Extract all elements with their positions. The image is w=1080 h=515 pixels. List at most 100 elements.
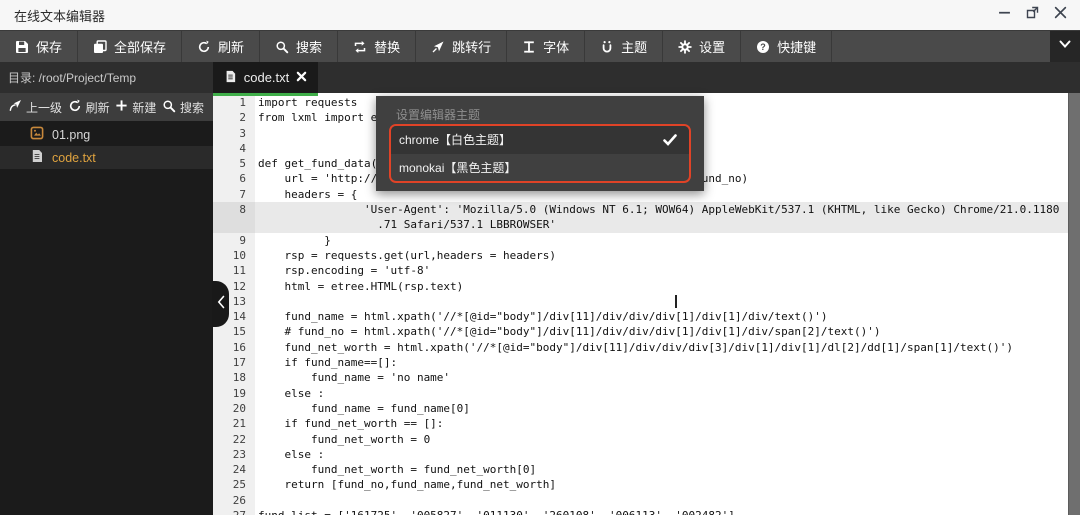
save-all-button[interactable]: 全部保存 <box>78 31 182 62</box>
code-text: fund_name = 'no name' <box>255 370 450 385</box>
save-button[interactable]: 保存 <box>0 31 78 62</box>
minimize-button[interactable] <box>996 7 1012 23</box>
code-text <box>255 126 258 141</box>
tree-search-button[interactable]: 搜索 <box>162 99 204 116</box>
code-text: else : <box>255 447 324 462</box>
editor-row[interactable]: 20 fund_name = fund_name[0] <box>213 401 1080 416</box>
code-text: fund_name = html.xpath('//*[@id="body"]/… <box>255 309 828 324</box>
line-number: 22 <box>213 432 255 447</box>
main-toolbar: 保存 全部保存 刷新 搜索 替换 跳转行 字体 主题 设置 ? 快捷键 <box>0 30 1080 62</box>
editor-row[interactable]: 11 rsp.encoding = 'utf-8' <box>213 263 1080 278</box>
line-number: 4 <box>213 141 255 156</box>
title-bar: 在线文本编辑器 <box>0 0 1080 30</box>
code-text: .71 Safari/537.1 LBBROWSER' <box>255 217 556 232</box>
line-number: 20 <box>213 401 255 416</box>
theme-popup-title: 设置编辑器主题 <box>376 96 704 123</box>
toolbar-collapse-button[interactable] <box>1050 31 1080 62</box>
editor-row[interactable]: 19 else : <box>213 386 1080 401</box>
settings-button[interactable]: 设置 <box>663 31 741 62</box>
refresh-button[interactable]: 刷新 <box>182 31 260 62</box>
editor-row[interactable]: 18 fund_name = 'no name' <box>213 370 1080 385</box>
line-number: 23 <box>213 447 255 462</box>
editor-row[interactable]: 9 } <box>213 233 1080 248</box>
code-text: if fund_name==[]: <box>255 355 397 370</box>
close-button[interactable] <box>1052 7 1068 23</box>
line-number: 26 <box>213 493 255 508</box>
editor-row[interactable]: 26 <box>213 493 1080 508</box>
line-number: 10 <box>213 248 255 263</box>
font-icon <box>522 40 536 54</box>
editor-row[interactable]: 22 fund_net_worth = 0 <box>213 432 1080 447</box>
theme-popup: 设置编辑器主题 chrome【白色主题】 monokai【黑色主题】 <box>376 96 704 191</box>
tab-code-txt[interactable]: code.txt <box>213 62 318 93</box>
restore-button[interactable] <box>1024 7 1040 23</box>
window-controls <box>996 7 1068 23</box>
line-number: 25 <box>213 477 255 492</box>
tree-refresh-button[interactable]: 刷新 <box>68 99 110 116</box>
minimize-icon <box>998 6 1011 24</box>
editor-row[interactable]: 8 'User-Agent': 'Mozilla/5.0 (Windows NT… <box>213 202 1080 217</box>
svg-text:?: ? <box>760 42 766 52</box>
toolbar-buttons: 保存 全部保存 刷新 搜索 替换 跳转行 字体 主题 设置 ? 快捷键 <box>0 31 832 62</box>
replace-button[interactable]: 替换 <box>338 31 416 62</box>
search-icon <box>275 40 289 54</box>
window-title: 在线文本编辑器 <box>14 6 105 25</box>
sidebar-collapse-handle[interactable] <box>212 281 229 327</box>
editor-row[interactable]: 27 fund_list = ['161725', '005827', '011… <box>213 508 1080 515</box>
up-level-icon <box>9 99 22 115</box>
chevron-left-icon <box>217 295 225 314</box>
document-icon <box>224 70 237 86</box>
editor-row[interactable]: 25 return [fund_no,fund_name,fund_net_wo… <box>213 477 1080 492</box>
line-number: 21 <box>213 416 255 431</box>
line-number: 17 <box>213 355 255 370</box>
save-icon <box>15 40 29 54</box>
code-text: fund_list = ['161725', '005827', '011130… <box>255 508 735 515</box>
editor-scrollbar[interactable] <box>1068 93 1080 515</box>
line-number: 18 <box>213 370 255 385</box>
editor-row[interactable]: 23 else : <box>213 447 1080 462</box>
line-number: 5 <box>213 156 255 171</box>
code-text: rsp.encoding = 'utf-8' <box>255 263 430 278</box>
file-row-01-png[interactable]: 01.png <box>0 123 213 146</box>
editor-row[interactable]: 21 if fund_net_worth == []: <box>213 416 1080 431</box>
restore-icon <box>1026 6 1039 24</box>
editor-row[interactable]: .71 Safari/537.1 LBBROWSER' <box>213 217 1080 232</box>
editor-row[interactable]: 16 fund_net_worth = html.xpath('//*[@id=… <box>213 340 1080 355</box>
editor-row[interactable]: 14 fund_name = html.xpath('//*[@id="body… <box>213 309 1080 324</box>
editor-row[interactable]: 13 <box>213 294 1080 309</box>
active-tab-underline <box>213 93 318 96</box>
save-all-icon <box>93 40 107 54</box>
settings-icon <box>678 40 692 54</box>
theme-icon <box>600 40 614 54</box>
code-text <box>255 493 258 508</box>
editor-row[interactable]: 12 html = etree.HTML(rsp.text) <box>213 279 1080 294</box>
code-text: return [fund_no,fund_name,fund_net_worth… <box>255 477 556 492</box>
editor-row[interactable]: 17 if fund_name==[]: <box>213 355 1080 370</box>
editor-row[interactable]: 24 fund_net_worth = fund_net_worth[0] <box>213 462 1080 477</box>
theme-option-monokai[interactable]: monokai【黑色主题】 <box>391 154 689 182</box>
current-directory: 目录: /root/Project/Temp <box>0 62 213 93</box>
file-list: 01.png code.txt <box>0 123 213 169</box>
line-number: 15 <box>213 324 255 339</box>
line-number: 24 <box>213 462 255 477</box>
theme-button[interactable]: 主题 <box>585 31 663 62</box>
line-number: 11 <box>213 263 255 278</box>
tab-close-icon[interactable] <box>296 70 307 85</box>
tree-plus-button[interactable]: 新建 <box>115 99 156 116</box>
code-text <box>255 141 258 156</box>
line-number: 9 <box>213 233 255 248</box>
theme-option-chrome[interactable]: chrome【白色主题】 <box>391 126 689 154</box>
tree-up-level-button[interactable]: 上一级 <box>9 99 62 116</box>
goto-line-button[interactable]: 跳转行 <box>416 31 507 62</box>
search-button[interactable]: 搜索 <box>260 31 338 62</box>
editor-row[interactable]: 10 rsp = requests.get(url,headers = head… <box>213 248 1080 263</box>
code-text: fund_name = fund_name[0] <box>255 401 470 416</box>
font-button[interactable]: 字体 <box>507 31 585 62</box>
code-text: 'User-Agent': 'Mozilla/5.0 (Windows NT 6… <box>255 202 1059 217</box>
refresh-icon <box>197 40 211 54</box>
code-text: rsp = requests.get(url,headers = headers… <box>255 248 556 263</box>
shortcuts-button[interactable]: ? 快捷键 <box>741 31 832 62</box>
file-row-code-txt[interactable]: code.txt <box>0 146 213 169</box>
plus-icon <box>115 99 128 115</box>
editor-row[interactable]: 15 # fund_no = html.xpath('//*[@id="body… <box>213 324 1080 339</box>
